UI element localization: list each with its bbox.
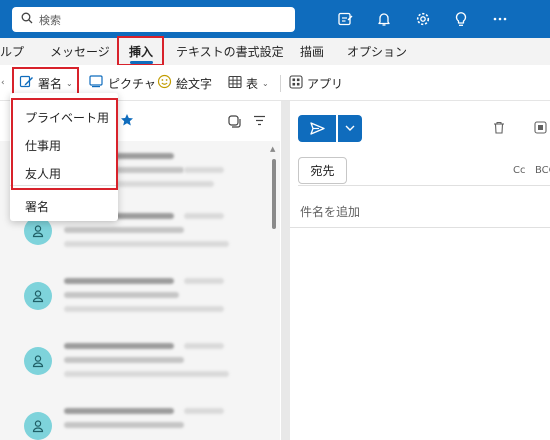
person-icon: [32, 420, 44, 433]
picture-icon: [89, 74, 104, 92]
avatar: [24, 347, 52, 375]
apps-grid-icon: [289, 74, 303, 92]
toolbar-divider: [280, 75, 281, 92]
send-icon: [309, 122, 325, 135]
favorite-star-icon[interactable]: [120, 113, 134, 130]
apps-button[interactable]: アプリ: [289, 74, 343, 92]
emoji-button[interactable]: 絵文字: [157, 74, 212, 92]
bell-icon[interactable]: [374, 9, 394, 29]
table-icon: [228, 75, 242, 92]
emoji-icon: [157, 74, 172, 92]
avatar: [24, 282, 52, 310]
emoji-label: 絵文字: [176, 76, 213, 91]
signature-settings-item[interactable]: 署名: [25, 198, 49, 215]
picture-button[interactable]: ピクチャ: [89, 74, 156, 92]
person-icon: [32, 355, 44, 368]
select-mode-icon[interactable]: [227, 114, 241, 131]
to-label: 宛先: [310, 164, 335, 178]
title-bar: 検索: [0, 0, 550, 38]
highlight-insert-tab: [117, 36, 164, 66]
list-item[interactable]: [14, 266, 264, 324]
bcc-button[interactable]: BCC: [535, 165, 550, 176]
tab-draw[interactable]: 描画: [300, 43, 324, 60]
tab-help[interactable]: ルプ: [0, 43, 24, 60]
chevron-down-icon: ⌄: [262, 78, 269, 88]
filter-icon[interactable]: [253, 115, 266, 129]
send-options-button[interactable]: [338, 115, 362, 142]
avatar: [24, 217, 52, 245]
tab-format-text[interactable]: テキストの書式設定: [176, 43, 284, 60]
to-button[interactable]: 宛先: [298, 157, 347, 184]
toolbar-scroll-left-icon[interactable]: ‹: [1, 74, 5, 92]
gear-icon[interactable]: [413, 9, 433, 29]
chevron-down-icon: [345, 125, 355, 131]
to-field-underline: [298, 185, 550, 186]
avatar: [24, 412, 52, 440]
lightbulb-icon[interactable]: [451, 9, 471, 29]
scrollbar-thumb[interactable]: [272, 159, 276, 229]
trash-icon[interactable]: [493, 121, 505, 137]
popout-icon[interactable]: [534, 121, 547, 137]
apps-label: アプリ: [307, 76, 344, 91]
search-icon: [21, 12, 33, 27]
list-item[interactable]: [14, 331, 264, 389]
highlight-signature-options: [11, 98, 118, 190]
table-label: 表: [246, 76, 259, 91]
person-icon: [32, 290, 44, 303]
picture-label: ピクチャ: [108, 76, 156, 91]
search-box[interactable]: 検索: [12, 7, 295, 32]
subject-underline: [290, 227, 550, 228]
person-icon: [32, 225, 44, 238]
tab-message[interactable]: メッセージ: [50, 43, 110, 60]
subject-input[interactable]: 件名を追加: [300, 203, 360, 220]
scroll-up-icon[interactable]: ▲: [270, 145, 278, 153]
ellipsis-icon[interactable]: [490, 9, 510, 29]
search-placeholder: 検索: [39, 13, 61, 27]
notes-icon[interactable]: [335, 9, 355, 29]
list-item[interactable]: [14, 396, 264, 440]
send-button[interactable]: [298, 115, 336, 142]
ribbon-tabs: ルプ メッセージ 挿入 テキストの書式設定 描画 オプション: [0, 38, 550, 65]
pane-divider[interactable]: [281, 101, 290, 440]
table-button[interactable]: 表 ⌄: [228, 74, 269, 92]
compose-pane: 宛先 Cc BCC 件名を追加: [290, 101, 550, 440]
cc-button[interactable]: Cc: [513, 165, 525, 176]
tab-options[interactable]: オプション: [347, 43, 407, 60]
